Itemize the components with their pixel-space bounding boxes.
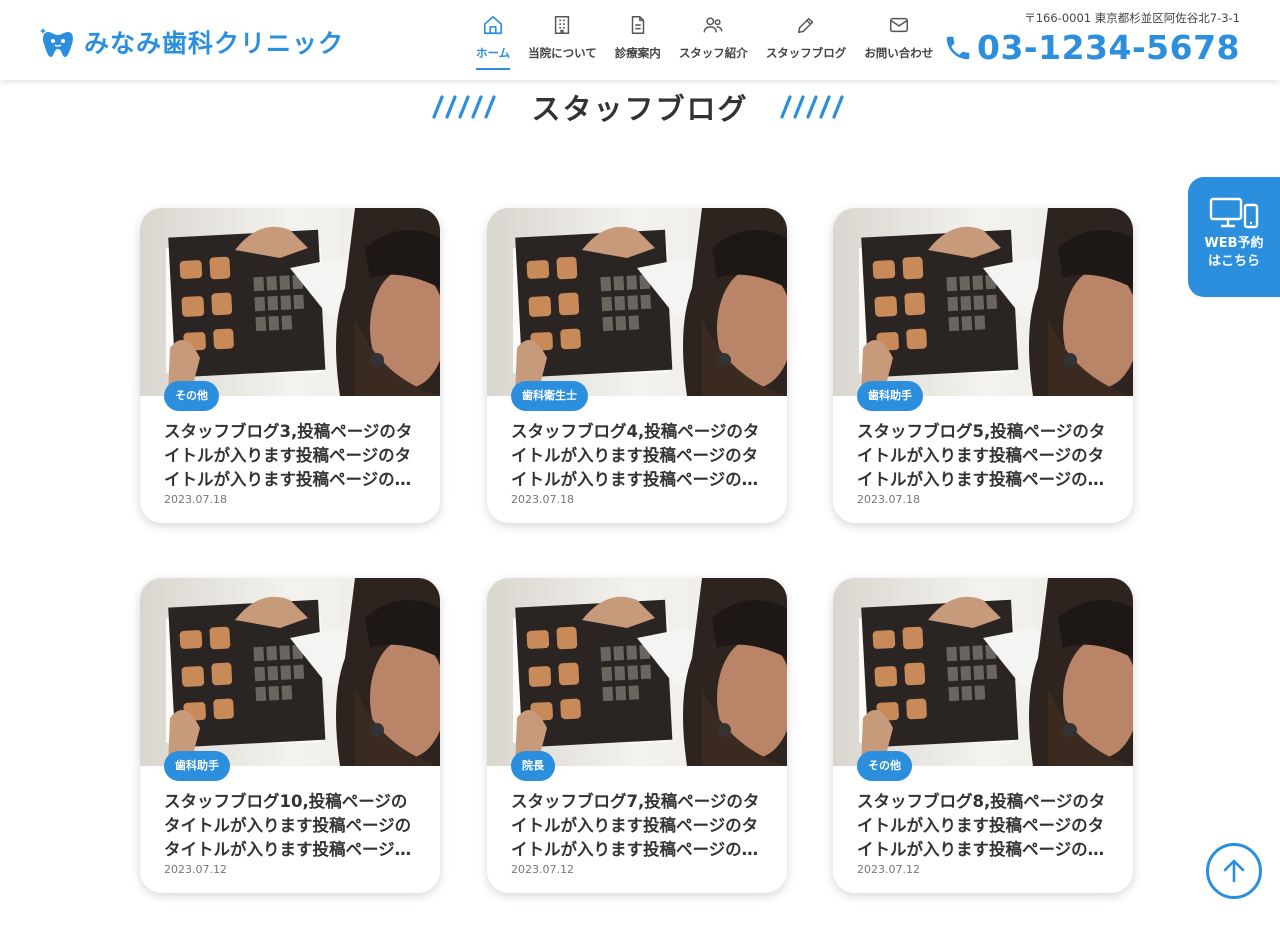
post-date: 2023.07.18	[857, 493, 920, 506]
nav-label: スタッフ紹介	[678, 46, 748, 60]
nav-item-blog[interactable]: スタッフブログ	[760, 14, 853, 70]
section-title: スタッフブログ	[531, 92, 749, 126]
phone-link[interactable]: 03-1234-5678	[943, 28, 1240, 67]
blog-card[interactable]: 歯科助手 スタッフブログ10,投稿ページのタイトルが入ります投稿ページのタイトル…	[140, 578, 440, 893]
arrow-up-icon	[1223, 859, 1245, 883]
nav-item-staff[interactable]: スタッフ紹介	[673, 14, 754, 70]
nav-underline	[528, 68, 597, 70]
post-date: 2023.07.12	[511, 863, 574, 876]
category-tag[interactable]: 院長	[511, 751, 555, 781]
nav-label: 当院について	[528, 46, 597, 60]
category-tag[interactable]: その他	[857, 751, 912, 781]
post-title: スタッフブログ7,投稿ページのタイトルが入ります投稿ページのタイトルが入ります投…	[511, 792, 760, 859]
post-date: 2023.07.12	[164, 863, 227, 876]
category-tag[interactable]: 歯科助手	[857, 381, 923, 411]
post-date: 2023.07.18	[164, 493, 227, 506]
blog-thumbnail	[487, 208, 787, 396]
blog-card[interactable]: 院長 スタッフブログ7,投稿ページのタイトルが入ります投稿ページのタイトルが入り…	[487, 578, 787, 893]
blog-card[interactable]: 歯科衛生士 スタッフブログ4,投稿ページのタイトルが入ります投稿ページのタイトル…	[487, 208, 787, 523]
blog-thumbnail	[833, 208, 1133, 396]
post-date: 2023.07.18	[511, 493, 574, 506]
post-date: 2023.07.12	[857, 863, 920, 876]
clinic-logo[interactable]: みなみ歯科クリニック	[40, 24, 344, 60]
devices-icon	[1209, 197, 1259, 229]
nav-underline	[615, 68, 661, 70]
document-icon	[631, 16, 645, 34]
slash-decoration-icon	[779, 95, 844, 119]
nav-underline	[864, 68, 933, 70]
nav-label: スタッフブログ	[765, 46, 847, 60]
main-nav: ホーム 当院について 診療案内 スタッフ紹介 スタッフブログ お問い合わせ	[470, 14, 945, 70]
back-to-top-button[interactable]	[1206, 843, 1262, 899]
site-header: みなみ歯科クリニック ホーム 当院について 診療案内 スタッフ紹介 スタッフブロ…	[0, 0, 1280, 80]
category-tag[interactable]: 歯科衛生士	[511, 381, 588, 411]
building-icon	[555, 16, 570, 34]
blog-card[interactable]: その他 スタッフブログ3,投稿ページのタイトルが入ります投稿ページのタイトルが入…	[140, 208, 440, 523]
users-icon	[703, 17, 723, 33]
nav-underline	[679, 68, 748, 70]
web-reservation-button[interactable]: WEB予約 はこちら	[1188, 177, 1280, 297]
nav-label: 診療案内	[614, 46, 661, 60]
blog-card[interactable]: その他 スタッフブログ8,投稿ページのタイトルが入ります投稿ページのタイトルが入…	[833, 578, 1133, 893]
category-tag[interactable]: 歯科助手	[164, 751, 230, 781]
pencil-icon	[797, 17, 814, 34]
nav-label: ホーム	[476, 46, 511, 60]
tooth-logo-icon	[40, 28, 73, 57]
blog-card[interactable]: 歯科助手 スタッフブログ5,投稿ページのタイトルが入ります投稿ページのタイトルが…	[833, 208, 1133, 523]
post-title: スタッフブログ3,投稿ページのタイトルが入ります投稿ページのタイトルが入ります投…	[164, 422, 413, 489]
blog-thumbnail	[487, 578, 787, 766]
post-title: スタッフブログ10,投稿ページのタイトルが入ります投稿ページのタイトルが入ります…	[164, 792, 412, 859]
post-title: スタッフブログ5,投稿ページのタイトルが入ります投稿ページのタイトルが入ります投…	[857, 422, 1106, 489]
phone-icon	[946, 36, 970, 59]
blog-thumbnail	[140, 578, 440, 766]
active-indicator	[476, 68, 511, 70]
nav-item-treatment[interactable]: 診療案内	[609, 14, 667, 70]
blog-thumbnail	[140, 208, 440, 396]
nav-item-about[interactable]: 当院について	[522, 14, 603, 70]
post-title: スタッフブログ8,投稿ページのタイトルが入ります投稿ページのタイトルが入ります投…	[857, 792, 1106, 859]
logo-text: みなみ歯科クリニック	[84, 29, 345, 58]
contact-info: 〒166-0001 東京都杉並区阿佐谷北7-3-1 03-1234-5678	[943, 10, 1240, 67]
phone-number: 03-1234-5678	[976, 28, 1240, 67]
web-reservation-label: WEB予約 はこちら	[1204, 236, 1264, 269]
section-heading: スタッフブログ	[0, 86, 1280, 128]
category-tag[interactable]: その他	[164, 381, 219, 411]
nav-item-contact[interactable]: お問い合わせ	[858, 14, 939, 70]
nav-label: お問い合わせ	[864, 46, 934, 60]
blog-thumbnail	[833, 578, 1133, 766]
nav-item-home[interactable]: ホーム	[470, 14, 516, 70]
mail-icon	[889, 17, 908, 33]
home-icon	[484, 15, 503, 35]
clinic-address: 〒166-0001 東京都杉並区阿佐谷北7-3-1	[1024, 11, 1240, 25]
slash-decoration-icon	[432, 95, 497, 119]
post-title: スタッフブログ4,投稿ページのタイトルが入ります投稿ページのタイトルが入ります投…	[511, 422, 760, 489]
nav-underline	[766, 68, 847, 70]
